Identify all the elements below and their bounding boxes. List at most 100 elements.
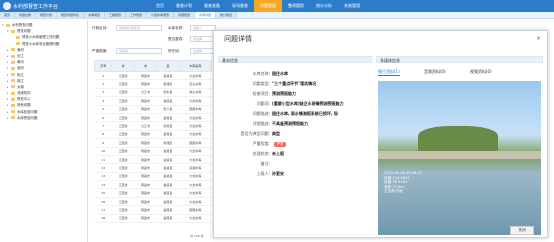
close-icon[interactable]: × (536, 35, 541, 42)
table-cell: 江西省 (111, 79, 135, 89)
table-cell: 进贤县 (156, 163, 180, 173)
table-cell: 进贤县 (156, 71, 180, 81)
tab-item[interactable]: 首页 (0, 12, 16, 18)
table-cell: 南昌市 (134, 79, 157, 89)
nav-item[interactable]: 现场督查 (226, 0, 254, 12)
table-row[interactable]: 1 江西省 南昌市 进贤县 大龙水库 (94, 71, 212, 81)
tab-item[interactable]: 工作督查 (126, 12, 148, 18)
table-cell: 江西省 (111, 147, 135, 156)
nav-item[interactable]: 首页 (150, 0, 170, 12)
detail-label: 问题项: (256, 101, 270, 106)
table-row[interactable]: 9 江西省 南昌市 新建区 围圆水库 (94, 138, 212, 148)
table-row[interactable]: 15 江西省 南昌市 进贤县 大龙水库 (94, 188, 212, 198)
tab-audio[interactable]: 音频资料(0) (424, 69, 446, 75)
table-row[interactable]: 8 江西省 南昌市 进贤县 大龙水库 (94, 130, 212, 140)
table-cell: 18 (94, 214, 112, 224)
media-info-header: 多媒体信息 (376, 56, 543, 63)
tab-item[interactable]: 督查计划 (36, 12, 58, 18)
table-cell: 大龙水库 (179, 180, 212, 190)
table-cell: 永修县 (156, 121, 180, 131)
close-button[interactable]: 关闭 (510, 226, 534, 235)
table-row[interactable]: 7 江西省 九江市 永修县 大龙水库 (94, 121, 212, 131)
tab-item[interactable]: 问题整改 (174, 12, 196, 18)
table-cell: 南昌市 (134, 163, 157, 173)
folder-icon (11, 104, 15, 108)
table-cell: 江西省 (111, 197, 135, 207)
logo-icon (3, 2, 11, 10)
tab-item[interactable]: 工程督查 (105, 12, 127, 18)
filter-region-input[interactable]: 请选择行政区划 (116, 25, 162, 31)
detail-value: 预测预报能力 (272, 91, 296, 96)
table-cell: 进贤县 (156, 214, 180, 224)
table-cell: 新建区 (156, 138, 180, 148)
folder-icon (16, 35, 20, 39)
tab-item[interactable]: 水库问题 (195, 12, 217, 18)
table-cell: 南昌市 (134, 113, 157, 123)
pager-total: 共 156 条 (190, 234, 204, 238)
table-cell: 13 (94, 172, 112, 182)
problem-list-panel: 行政区划: 请选择行政区划 水库名称: 请输入 是否整改: 请选择 严重程度: … (90, 20, 218, 242)
tab-photos[interactable]: 图片资料(1) (378, 69, 400, 76)
table-row[interactable]: 5 江西省 南昌市 安义县 围圆水库 (94, 105, 212, 114)
table-row[interactable]: 10 江西省 南昌市 进贤县 大龙水库 (94, 147, 212, 156)
table-row[interactable]: 14 江西省 南昌市 进贤县 大龙水库 (94, 180, 212, 190)
table-cell: 南昌市 (134, 205, 157, 215)
table-cell: 大龙水库 (179, 214, 212, 224)
table-row[interactable]: 16 江西省 南昌市 进贤县 大龙水库 (94, 197, 212, 207)
severity-badge: 严重 (274, 142, 287, 147)
filter-severity-select[interactable]: 请选择 (116, 48, 162, 54)
problem-detail-dialog: 问题详情 × 基本信息 多媒体信息 水库名称: 园庄水库 问题类型: "三个重点环节"… (213, 30, 548, 238)
table-cell: 11 (94, 155, 112, 165)
nav-item[interactable]: 督查准备 (198, 0, 226, 12)
tree-node[interactable]: ▸ 水库督查问题 (0, 115, 87, 121)
table-cell: 九江市 (134, 121, 157, 131)
table-cell: 江西省 (111, 163, 135, 173)
table-cell: 南昌市 (134, 138, 157, 148)
table-cell: 6 (94, 113, 112, 123)
detail-row: 详细描述: 不具备预测预报能力 (220, 121, 370, 131)
table-cell: 围圆水库 (179, 205, 212, 215)
table-cell: 南昌市 (134, 147, 157, 156)
table-row[interactable]: 17 江西省 南昌市 进贤县 围圆水库 (94, 205, 212, 215)
tab-strip: 首页 问题台账 督查计划 督查问题列表 水库督查 工程督查 工作督查 小型水库督查 问题整改 水库… (0, 12, 554, 19)
tab-item[interactable]: 小型水库督查 (147, 12, 175, 18)
table-cell: 南昌市 (134, 96, 157, 106)
tab-item[interactable]: 督查问题列表 (57, 12, 85, 18)
table-cell: 江西省 (111, 205, 135, 215)
detail-label: 上报人: (256, 171, 270, 176)
table-row[interactable]: 3 江西省 九江市 修水县 青山水库 (94, 88, 212, 98)
table-row[interactable]: 6 江西省 南昌市 进贤县 大龙水库 (94, 113, 212, 123)
detail-value: "三个重点环节"落实情况 (272, 81, 317, 86)
tab-item[interactable]: 统计报表 (216, 12, 238, 18)
tab-video[interactable]: 视频资料(0) (470, 69, 492, 75)
detail-label: 详细描述: (252, 121, 270, 126)
table-cell: 10 (94, 147, 112, 156)
table-cell: 5 (94, 105, 112, 114)
basic-info-header: 基本信息 (218, 56, 372, 63)
app-title: 水利部督查工作平台 (13, 4, 59, 10)
nav-item[interactable]: 问题管理 (254, 0, 282, 12)
detail-label: 问题描述: (252, 111, 270, 116)
table-cell: 14 (94, 180, 112, 190)
table-row[interactable]: 13 江西省 南昌市 进贤县 大龙水库 (94, 172, 212, 182)
tab-item[interactable]: 水库督查 (84, 12, 106, 18)
table-cell: 进贤县 (156, 172, 180, 182)
nav-item[interactable]: 督查计划 (170, 0, 198, 12)
reservoir-photo[interactable]: 2021-05-26 09:36:27 经度:116.4852 纬度:39.9182… (378, 81, 541, 235)
table-row[interactable]: 18 江西省 南昌市 进贤县 大龙水库 (94, 214, 212, 224)
nav-item[interactable]: 整改跟踪 (282, 0, 310, 12)
table-row[interactable]: 11 江西省 南昌市 进贤县 大龙水库 (94, 155, 212, 165)
table-cell: 进贤县 (156, 147, 180, 156)
table-cell: 8 (94, 130, 112, 140)
detail-row: 水库名称: 园庄水库 (220, 71, 370, 81)
table-cell: 南昌市 (134, 188, 157, 198)
nav-item[interactable]: 统计分析 (310, 0, 338, 12)
table-cell: 进贤县 (156, 130, 180, 140)
table-cell: 青山水库 (179, 88, 212, 98)
table-cell: 进贤县 (156, 205, 180, 215)
nav-item[interactable]: 系统管理 (338, 0, 366, 12)
table-row[interactable]: 4 江西省 南昌市 进贤县 大龙水库 (94, 96, 212, 106)
table-row[interactable]: 12 江西省 南昌市 进贤县 双港水库 (94, 163, 212, 173)
table-row[interactable]: 2 江西省 南昌市 新建区 石头水库 (94, 79, 212, 89)
tab-item[interactable]: 问题台账 (15, 12, 37, 18)
